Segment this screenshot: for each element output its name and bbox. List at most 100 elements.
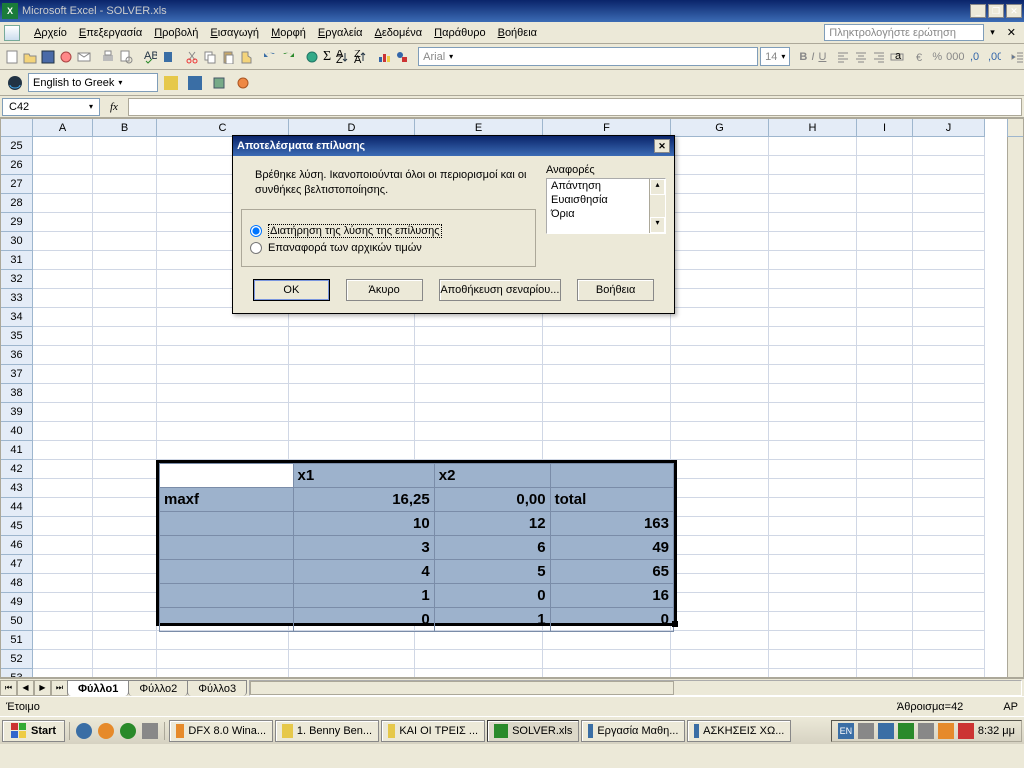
cell[interactable] bbox=[289, 327, 415, 346]
cell[interactable] bbox=[415, 669, 543, 678]
row-header-41[interactable]: 41 bbox=[1, 441, 33, 460]
cell[interactable] bbox=[33, 232, 93, 251]
cell[interactable] bbox=[671, 669, 769, 678]
italic-icon[interactable]: I bbox=[810, 46, 815, 68]
row-header-31[interactable]: 31 bbox=[1, 251, 33, 270]
cell[interactable] bbox=[769, 536, 857, 555]
row-header-34[interactable]: 34 bbox=[1, 308, 33, 327]
cell[interactable] bbox=[93, 289, 157, 308]
cell[interactable] bbox=[913, 612, 985, 631]
cell[interactable] bbox=[671, 270, 769, 289]
cell[interactable] bbox=[857, 327, 913, 346]
cut-icon[interactable] bbox=[184, 46, 200, 68]
menu-Δεδομένα[interactable]: Δεδομένα bbox=[369, 25, 429, 41]
cell[interactable] bbox=[913, 327, 985, 346]
cell[interactable] bbox=[769, 308, 857, 327]
sheet-tab-2[interactable]: Φύλλο2 bbox=[128, 680, 188, 696]
column-header-B[interactable]: B bbox=[93, 119, 157, 137]
cell[interactable] bbox=[289, 346, 415, 365]
cell[interactable] bbox=[93, 479, 157, 498]
row-header-30[interactable]: 30 bbox=[1, 232, 33, 251]
menu-Εισαγωγή[interactable]: Εισαγωγή bbox=[204, 25, 265, 41]
cell[interactable] bbox=[93, 460, 157, 479]
cell[interactable] bbox=[671, 612, 769, 631]
fx-icon[interactable]: fx bbox=[100, 101, 128, 113]
cell[interactable] bbox=[769, 327, 857, 346]
menu-Μορφή[interactable]: Μορφή bbox=[265, 25, 312, 41]
tab-next-icon[interactable]: ▶ bbox=[34, 680, 51, 696]
cell[interactable] bbox=[857, 384, 913, 403]
quick-launch-icon[interactable] bbox=[96, 721, 116, 741]
row-header-26[interactable]: 26 bbox=[1, 156, 33, 175]
cell[interactable] bbox=[857, 232, 913, 251]
increase-decimal-icon[interactable]: ,0 bbox=[968, 46, 984, 68]
row-header-39[interactable]: 39 bbox=[1, 403, 33, 422]
cell[interactable] bbox=[769, 403, 857, 422]
cell[interactable] bbox=[93, 669, 157, 678]
translate-direction-combo[interactable]: English to Greek▾ bbox=[28, 73, 158, 92]
cell[interactable] bbox=[33, 479, 93, 498]
row-header-46[interactable]: 46 bbox=[1, 536, 33, 555]
keep-solution-radio[interactable]: Διατήρηση της λύσης της επίλυσης bbox=[250, 224, 527, 238]
font-size-combo[interactable]: 14▾ bbox=[760, 47, 790, 66]
cell[interactable] bbox=[769, 479, 857, 498]
tray-icon[interactable] bbox=[898, 723, 914, 739]
cell[interactable] bbox=[33, 650, 93, 669]
cell[interactable] bbox=[671, 156, 769, 175]
cell[interactable] bbox=[33, 460, 93, 479]
cell[interactable] bbox=[671, 650, 769, 669]
document-close-button[interactable]: ✕ bbox=[1003, 26, 1020, 39]
cell[interactable] bbox=[671, 574, 769, 593]
cell[interactable] bbox=[913, 232, 985, 251]
cell[interactable] bbox=[93, 251, 157, 270]
cell[interactable] bbox=[913, 194, 985, 213]
cell[interactable] bbox=[93, 213, 157, 232]
cell[interactable] bbox=[857, 422, 913, 441]
cell[interactable] bbox=[671, 403, 769, 422]
cell[interactable] bbox=[857, 213, 913, 232]
cell[interactable] bbox=[913, 479, 985, 498]
taskbar-task[interactable]: DFX 8.0 Wina... bbox=[169, 720, 273, 742]
cell[interactable] bbox=[769, 498, 857, 517]
cell[interactable] bbox=[543, 631, 671, 650]
cell[interactable] bbox=[857, 669, 913, 678]
autosum-icon[interactable]: Σ bbox=[322, 46, 332, 68]
cell[interactable] bbox=[769, 669, 857, 678]
cell[interactable] bbox=[289, 650, 415, 669]
lang-indicator[interactable]: EN bbox=[838, 723, 854, 739]
cell[interactable] bbox=[857, 403, 913, 422]
cell[interactable] bbox=[913, 289, 985, 308]
cell[interactable] bbox=[543, 403, 671, 422]
undo-icon[interactable] bbox=[262, 46, 278, 68]
cell[interactable] bbox=[913, 403, 985, 422]
cell[interactable] bbox=[857, 441, 913, 460]
cell[interactable] bbox=[857, 612, 913, 631]
row-header-48[interactable]: 48 bbox=[1, 574, 33, 593]
cell[interactable] bbox=[913, 137, 985, 156]
row-header-52[interactable]: 52 bbox=[1, 650, 33, 669]
hyperlink-icon[interactable] bbox=[304, 46, 320, 68]
cell[interactable] bbox=[33, 327, 93, 346]
align-center-icon[interactable] bbox=[853, 46, 869, 68]
taskbar-task[interactable]: ΚΑΙ ΟΙ ΤΡΕΙΣ ... bbox=[381, 720, 485, 742]
cell[interactable] bbox=[543, 384, 671, 403]
cell[interactable] bbox=[671, 194, 769, 213]
cell[interactable] bbox=[93, 232, 157, 251]
row-header-36[interactable]: 36 bbox=[1, 346, 33, 365]
cell[interactable] bbox=[93, 498, 157, 517]
cell[interactable] bbox=[93, 346, 157, 365]
row-header-53[interactable]: 53 bbox=[1, 669, 33, 678]
restore-button[interactable]: ❐ bbox=[988, 4, 1004, 18]
cell[interactable] bbox=[415, 422, 543, 441]
cell[interactable] bbox=[157, 403, 289, 422]
cell[interactable] bbox=[913, 365, 985, 384]
cell[interactable] bbox=[157, 365, 289, 384]
quick-launch-desktop-icon[interactable] bbox=[140, 721, 160, 741]
cell[interactable] bbox=[93, 403, 157, 422]
cell[interactable] bbox=[913, 384, 985, 403]
cell[interactable] bbox=[857, 479, 913, 498]
cell[interactable] bbox=[913, 593, 985, 612]
cell[interactable] bbox=[415, 403, 543, 422]
cell[interactable] bbox=[769, 365, 857, 384]
tray-icon[interactable] bbox=[858, 723, 874, 739]
